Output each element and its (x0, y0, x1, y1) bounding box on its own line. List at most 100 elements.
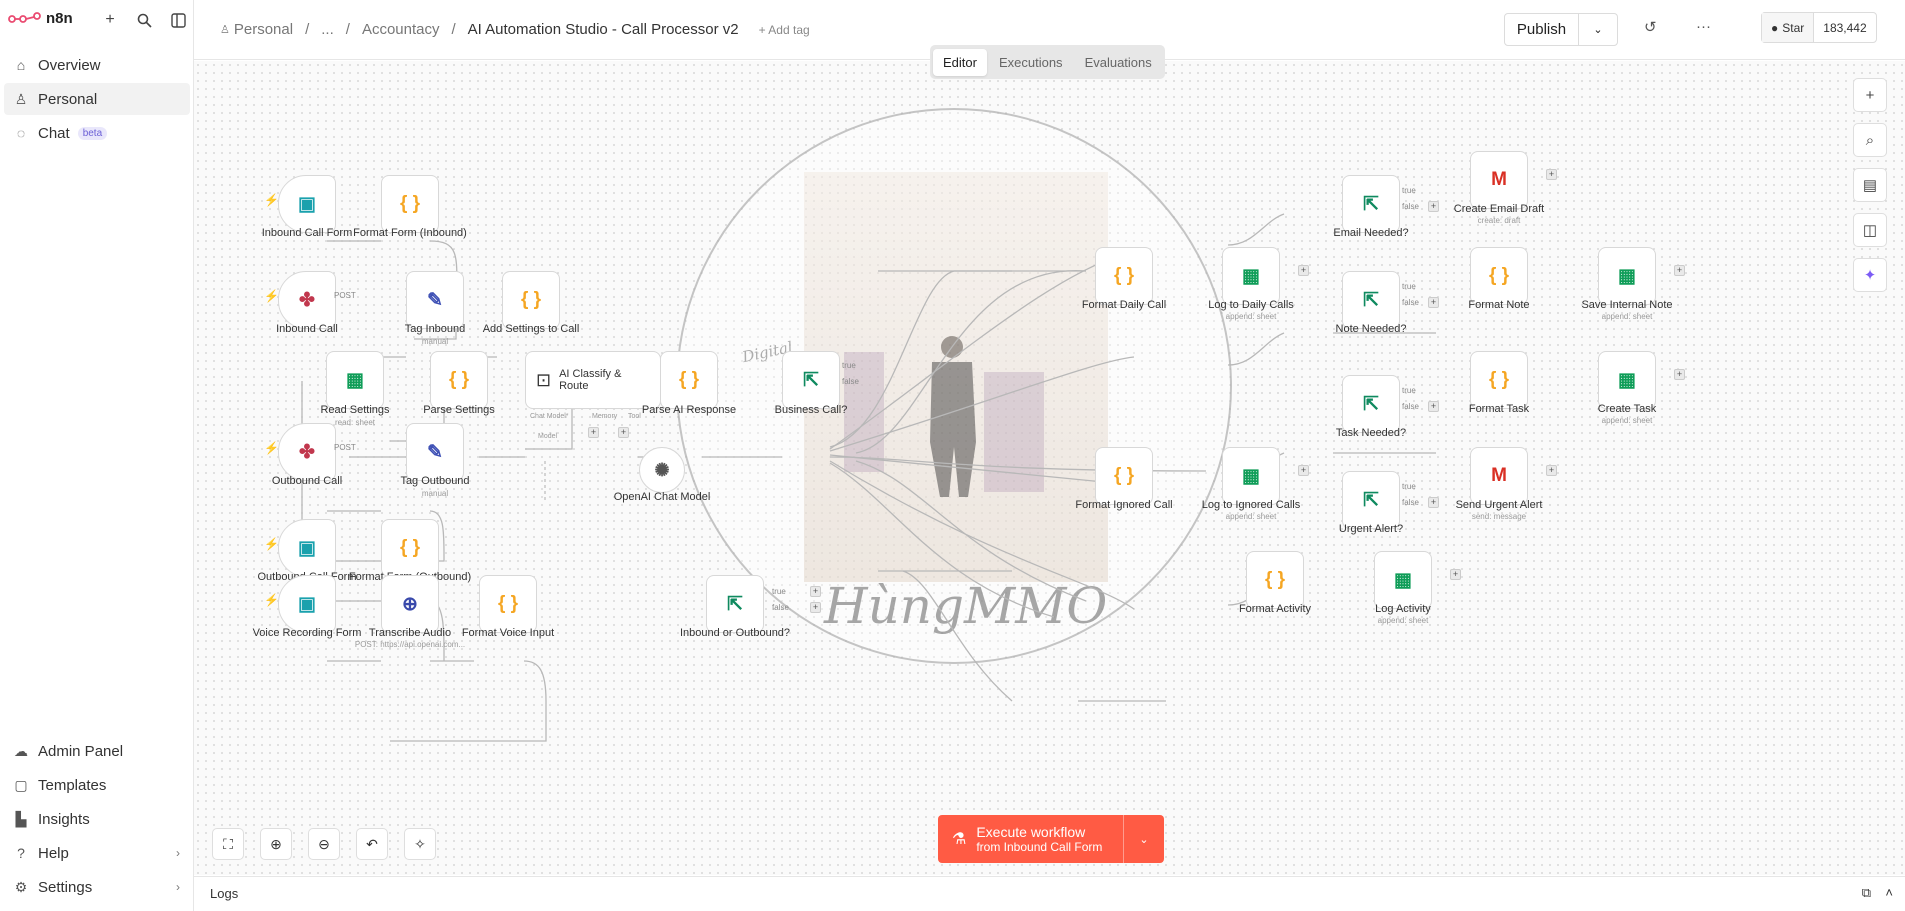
node-format-form-outbound[interactable]: { } (381, 519, 439, 577)
code-braces-icon: { } (497, 593, 519, 614)
logs-panel[interactable]: Logs ⧉ ˄ (194, 876, 1905, 911)
node-format-daily[interactable]: { } (1095, 247, 1153, 305)
zoom-out-button[interactable]: ⊖ (308, 828, 340, 860)
node-business-call[interactable]: ⇱ (782, 351, 840, 409)
node-format-activity[interactable]: { } (1246, 551, 1304, 609)
add-node-button[interactable]: + (1853, 78, 1887, 112)
plus-icon[interactable]: + (100, 10, 120, 30)
tidy-up-button[interactable]: ✧ (404, 828, 436, 860)
workflow-canvas[interactable]: Digital HùngMMO Editor Executions Evalua… (194, 45, 1905, 875)
breadcrumb-folder[interactable]: Accountacy (362, 21, 440, 38)
add-tool-button[interactable]: + (618, 427, 629, 438)
user-icon: ♙ (14, 90, 28, 107)
node-ai-classify[interactable]: ⊡ AI Classify & Route (525, 351, 661, 409)
breadcrumb-personal[interactable]: Personal (234, 21, 293, 38)
add-node-button[interactable]: + (1298, 465, 1309, 476)
node-inbound-call[interactable]: ✤ (278, 271, 336, 329)
node-save-note[interactable]: ▦ (1598, 247, 1656, 305)
node-format-note[interactable]: { } (1470, 247, 1528, 305)
node-log-ignored[interactable]: ▦ (1222, 447, 1280, 505)
node-transcribe-audio[interactable]: ⊕ (381, 575, 439, 633)
execute-workflow-button[interactable]: ⚗ Execute workflow from Inbound Call Form … (938, 815, 1164, 863)
node-tag-inbound[interactable]: ✎ (406, 271, 464, 329)
add-node-button[interactable]: + (1674, 265, 1685, 276)
tab-executions[interactable]: Executions (989, 49, 1073, 76)
ai-assistant-button[interactable]: ✦ (1853, 258, 1887, 292)
node-format-voice[interactable]: { } (479, 575, 537, 633)
chevron-down-icon[interactable]: ⌄ (1124, 815, 1164, 863)
node-create-task[interactable]: ▦ (1598, 351, 1656, 409)
node-send-alert[interactable]: M (1470, 447, 1528, 505)
add-memory-button[interactable]: + (588, 427, 599, 438)
node-tag-outbound[interactable]: ✎ (406, 423, 464, 481)
chevron-down-icon[interactable]: ⌄ (1579, 14, 1617, 45)
sidebar-item-chat[interactable]: ◌ Chat beta (4, 117, 190, 149)
node-email-needed[interactable]: ⇱ (1342, 175, 1400, 233)
workflow-title[interactable]: AI Automation Studio - Call Processor v2 (468, 21, 739, 38)
chevron-up-icon[interactable]: ˄ (1885, 885, 1893, 900)
node-read-settings[interactable]: ▦ (326, 351, 384, 409)
popout-icon[interactable]: ⧉ (1862, 885, 1871, 901)
trigger-bolt-icon: ⚡ (264, 593, 279, 607)
sidebar-item-personal[interactable]: ♙ Personal (4, 83, 190, 115)
node-log-daily[interactable]: ▦ (1222, 247, 1280, 305)
node-parse-settings[interactable]: { } (430, 351, 488, 409)
search-nodes-button[interactable]: ⌕ (1853, 123, 1887, 157)
node-format-task[interactable]: { } (1470, 351, 1528, 409)
node-create-email[interactable]: M (1470, 151, 1528, 209)
fit-view-button[interactable]: ⛶ (212, 828, 244, 860)
node-inbound-or-outbound[interactable]: ⇱ (706, 575, 764, 633)
add-node-false-button[interactable]: + (810, 602, 821, 613)
node-urgent-alert[interactable]: ⇱ (1342, 471, 1400, 529)
note-icon: ▤ (1862, 177, 1878, 194)
node-voice-recording-form[interactable]: ▣ (278, 575, 336, 633)
app-logo[interactable]: n8n (8, 10, 73, 27)
publish-button[interactable]: Publish (1505, 14, 1579, 45)
toggle-panel-button[interactable]: ◫ (1853, 213, 1887, 247)
github-star-label: Star (1782, 20, 1805, 35)
trigger-bolt-icon: ⚡ (264, 537, 279, 551)
node-parse-ai[interactable]: { } (660, 351, 718, 409)
node-openai-model[interactable]: ✺ (639, 447, 685, 493)
add-node-true-button[interactable]: + (810, 586, 821, 597)
node-format-ignored[interactable]: { } (1095, 447, 1153, 505)
history-icon[interactable]: ↺ (1644, 18, 1657, 36)
add-node-button[interactable]: + (1546, 169, 1557, 180)
sidebar-item-insights[interactable]: ▙ Insights (4, 803, 190, 835)
undo-button[interactable]: ↶ (356, 828, 388, 860)
node-outbound-call-form[interactable]: ▣ (278, 519, 336, 577)
tab-editor[interactable]: Editor (933, 48, 987, 76)
node-label: Business Call? (774, 404, 848, 416)
node-add-settings[interactable]: { } (502, 271, 560, 329)
sidebar-item-admin-panel[interactable]: ☁ Admin Panel (4, 735, 190, 767)
breadcrumb-ellipsis[interactable]: ... (321, 21, 334, 38)
add-node-button[interactable]: + (1450, 569, 1461, 580)
add-node-button[interactable]: + (1298, 265, 1309, 276)
node-format-form-inbound[interactable]: { } (381, 175, 439, 233)
add-tag-button[interactable]: + Add tag (759, 23, 810, 37)
node-outbound-call[interactable]: ✤ (278, 423, 336, 481)
code-braces-icon: { } (1264, 569, 1286, 590)
search-icon[interactable] (134, 10, 154, 30)
sidebar-item-templates[interactable]: ▢ Templates (4, 769, 190, 801)
sticky-note-button[interactable]: ▤ (1853, 168, 1887, 202)
post-label: POST (334, 443, 356, 452)
more-options-icon[interactable]: ··· (1696, 18, 1711, 35)
sidebar-item-settings[interactable]: ⚙ Settings › (4, 871, 190, 903)
tab-evaluations[interactable]: Evaluations (1075, 49, 1162, 76)
node-log-activity[interactable]: ▦ (1374, 551, 1432, 609)
add-node-button[interactable]: + (1546, 465, 1557, 476)
zoom-in-button[interactable]: ⊕ (260, 828, 292, 860)
form-icon: ▣ (298, 193, 316, 215)
sidebar-item-help[interactable]: ? Help › (4, 837, 190, 869)
false-label: false (1402, 402, 1419, 411)
github-star-button[interactable]: ● Star 183,442 (1761, 12, 1877, 43)
sidebar-item-overview[interactable]: ⌂ Overview (4, 49, 190, 81)
node-inbound-call-form[interactable]: ▣ (278, 175, 336, 233)
true-label: true (1402, 386, 1416, 395)
collapse-sidebar-icon[interactable] (168, 10, 188, 30)
n8n-logo-icon (8, 11, 41, 23)
add-node-button[interactable]: + (1674, 369, 1685, 380)
node-task-needed[interactable]: ⇱ (1342, 375, 1400, 433)
node-note-needed[interactable]: ⇱ (1342, 271, 1400, 329)
